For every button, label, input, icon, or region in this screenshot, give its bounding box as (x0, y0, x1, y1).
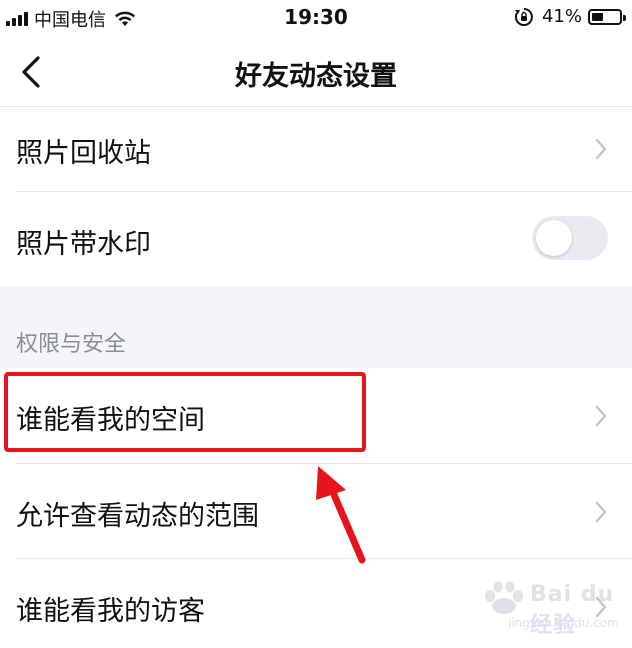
row-photo-recycle-bin[interactable]: 照片回收站 (0, 107, 632, 191)
section-permissions-security: 权限与安全 (0, 286, 632, 368)
chevron-right-icon (595, 138, 607, 160)
chevron-right-icon (595, 405, 607, 427)
page-title: 好友动态设置 (235, 61, 397, 92)
toggle-knob (536, 220, 572, 256)
battery-fill (592, 12, 603, 21)
watermark-toggle[interactable] (532, 216, 608, 260)
status-bar: 中国电信 19:30 41% (0, 0, 632, 36)
row-label: 照片回收站 (16, 138, 151, 169)
row-photo-watermark: 照片带水印 (0, 192, 632, 286)
red-arrow-icon (316, 466, 366, 564)
battery-percent: 41% (541, 6, 582, 27)
battery-cap (623, 14, 626, 21)
baidu-watermark: Bai du 经验 jingyan.baidu.com (478, 576, 619, 638)
paw-icon (485, 581, 523, 614)
status-right: 41% (514, 6, 626, 27)
settings-page: 中国电信 19:30 41% 好友动态设置 照片回收站 照片带水印 权限与安全 … (0, 0, 632, 648)
watermark-subtext: jingyan.baidu.com (508, 616, 619, 630)
watermark-text: Bai du 经验 (530, 582, 615, 638)
section-header: 权限与安全 (16, 332, 127, 357)
battery-icon (588, 8, 626, 25)
row-label: 谁能看我的访客 (16, 596, 205, 627)
row-label: 照片带水印 (16, 229, 151, 260)
chevron-right-icon (595, 501, 607, 523)
navigation-bar: 好友动态设置 (0, 38, 632, 106)
highlight-box (4, 372, 366, 452)
row-label: 允许查看动态的范围 (16, 501, 259, 532)
rotation-lock-icon (514, 7, 533, 26)
